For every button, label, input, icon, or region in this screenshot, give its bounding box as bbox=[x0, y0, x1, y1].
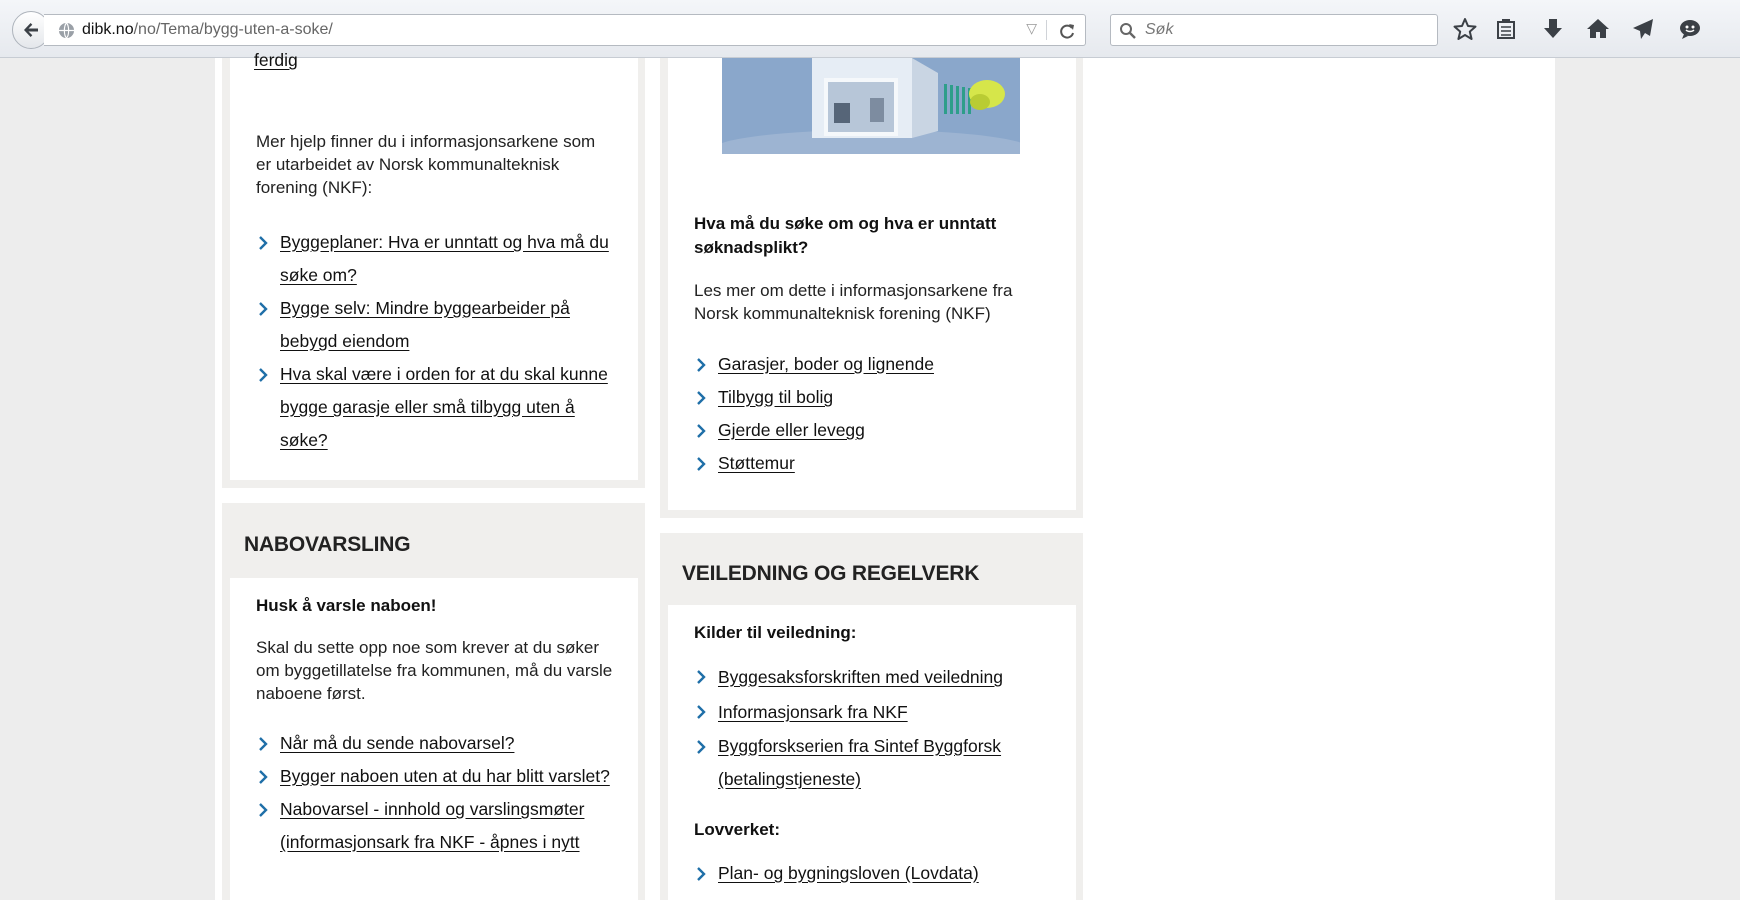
list-item: Nabovarsel - innhold og varslingsmøter (… bbox=[256, 793, 626, 859]
list-item: Tilbygg til bolig bbox=[694, 381, 1064, 414]
chevron-right-icon bbox=[697, 391, 706, 405]
soknad-text: Les mer om dette i informasjonsarkene fr… bbox=[694, 281, 1013, 323]
link-nabovarsel-innhold[interactable]: Nabovarsel - innhold og varslingsmøter (… bbox=[280, 799, 584, 852]
nabovarsling-text: Skal du sette opp noe som krever at du s… bbox=[256, 638, 613, 703]
list-item: Garasjer, boder og lignende bbox=[694, 348, 1064, 381]
chevron-right-icon bbox=[697, 358, 706, 372]
link-byggeplaner[interactable]: Byggeplaner: Hva er unntatt og hva må du… bbox=[280, 232, 609, 285]
soknad-card-body: Hva må du søke om og hva er unntatt søkn… bbox=[668, 58, 1076, 510]
list-item: Plan- og bygningsloven (Lovdata) bbox=[694, 857, 1064, 890]
download-icon[interactable] bbox=[1540, 16, 1566, 42]
link-garasjer[interactable]: Garasjer, boder og lignende bbox=[718, 354, 934, 374]
link-gjerde[interactable]: Gjerde eller levegg bbox=[718, 420, 865, 440]
soknad-subheading: Hva må du søke om og hva er unntatt søkn… bbox=[694, 214, 997, 257]
chevron-right-icon bbox=[697, 670, 706, 684]
dropdown-icon[interactable]: ▽ bbox=[1026, 20, 1037, 37]
veiledning-sub-kilder: Kilder til veiledning: bbox=[694, 623, 857, 642]
list-item: Støttemur bbox=[694, 447, 1064, 480]
chevron-right-icon bbox=[697, 705, 706, 719]
url-text[interactable]: dibk.no/no/Tema/bygg-uten-a-soke/ bbox=[82, 21, 333, 39]
nabovarsling-link-list: Når må du sende nabovarsel? Bygger naboe… bbox=[256, 727, 626, 859]
list-item: Bygge selv: Mindre byggearbeider på beby… bbox=[256, 292, 616, 358]
list-item: Når må du sende nabovarsel? bbox=[256, 727, 626, 760]
chevron-right-icon bbox=[259, 737, 268, 751]
home-icon[interactable] bbox=[1585, 16, 1611, 42]
list-item: Byggeplaner: Hva er unntatt og hva må du… bbox=[256, 226, 616, 292]
search-bar[interactable]: Søk bbox=[1110, 14, 1438, 46]
house-illustration bbox=[722, 58, 1020, 154]
reload-icon[interactable] bbox=[1057, 21, 1077, 41]
chevron-right-icon bbox=[259, 302, 268, 316]
list-item: Bygger naboen uten at du har blitt varsl… bbox=[256, 760, 626, 793]
link-nar-nabovarsel[interactable]: Når må du sende nabovarsel? bbox=[280, 733, 514, 753]
list-item: Informasjonsark fra NKF bbox=[694, 695, 1064, 730]
link-informasjonsark[interactable]: Informasjonsark fra NKF bbox=[718, 702, 908, 722]
link-byggesaksforskriften[interactable]: Byggesaksforskriften med veiledning bbox=[718, 667, 1003, 687]
help-intro-text: Mer hjelp finner du i informasjonsarkene… bbox=[256, 132, 596, 197]
url-path: /no/Tema/bygg-uten-a-soke/ bbox=[133, 21, 333, 38]
list-item: Gjerde eller levegg bbox=[694, 414, 1064, 447]
nabovarsling-card: NABOVARSLING Husk å varsle naboen! Skal … bbox=[222, 503, 645, 900]
lovverk-link-list: Plan- og bygningsloven (Lovdata) bbox=[694, 857, 1064, 890]
nabovarsling-heading: NABOVARSLING bbox=[244, 533, 411, 556]
reading-list-icon[interactable] bbox=[1493, 16, 1519, 42]
arrow-left-icon bbox=[24, 23, 38, 37]
list-item: Byggforskserien fra Sintef Byggforsk (be… bbox=[694, 730, 1064, 796]
chevron-right-icon bbox=[697, 867, 706, 881]
chevron-right-icon bbox=[259, 368, 268, 382]
list-item: Hva skal være i orden for at du skal kun… bbox=[256, 358, 616, 457]
star-icon[interactable] bbox=[1452, 16, 1478, 42]
soknad-card: Hva må du søke om og hva er unntatt søkn… bbox=[660, 58, 1083, 518]
chat-icon[interactable] bbox=[1677, 16, 1703, 42]
list-item: Byggesaksforskriften med veiledning bbox=[694, 660, 1064, 695]
chevron-right-icon bbox=[697, 424, 706, 438]
url-bar[interactable]: dibk.no/no/Tema/bygg-uten-a-soke/ ▽ bbox=[44, 14, 1086, 46]
veiledning-heading: VEILEDNING OG REGELVERK bbox=[682, 562, 980, 585]
search-icon bbox=[1120, 23, 1136, 39]
link-byggforskserien[interactable]: Byggforskserien fra Sintef Byggforsk (be… bbox=[718, 736, 1001, 789]
veiledning-link-list: Byggesaksforskriften med veiledning Info… bbox=[694, 660, 1064, 796]
link-stottemur[interactable]: Støttemur bbox=[718, 453, 795, 473]
link-tilbygg[interactable]: Tilbygg til bolig bbox=[718, 387, 833, 407]
help-link-list: Byggeplaner: Hva er unntatt og hva må du… bbox=[256, 226, 616, 457]
house-image bbox=[722, 58, 1020, 154]
send-icon[interactable] bbox=[1630, 16, 1656, 42]
globe-icon bbox=[58, 22, 75, 39]
veiledning-card-body: Kilder til veiledning: Byggesaksforskrif… bbox=[668, 605, 1076, 900]
veiledning-sub-lovverket: Lovverket: bbox=[694, 820, 780, 839]
chevron-right-icon bbox=[697, 740, 706, 754]
search-input[interactable]: Søk bbox=[1145, 21, 1173, 39]
nabovarsling-card-body: Husk å varsle naboen! Skal du sette opp … bbox=[230, 578, 638, 900]
link-garasje-tilbygg[interactable]: Hva skal være i orden for at du skal kun… bbox=[280, 364, 608, 450]
link-bygge-selv[interactable]: Bygge selv: Mindre byggearbeider på beby… bbox=[280, 298, 570, 351]
link-plan-og-bygningsloven[interactable]: Plan- og bygningsloven (Lovdata) bbox=[718, 863, 979, 883]
link-ferdig[interactable]: ferdig bbox=[254, 50, 298, 70]
chevron-right-icon bbox=[259, 236, 268, 250]
url-host: dibk.no bbox=[82, 21, 134, 38]
help-cutoff-list: ferdig bbox=[230, 44, 610, 77]
help-card-body: ferdig Mer hjelp finner du i informasjon… bbox=[230, 50, 638, 480]
soknad-link-list: Garasjer, boder og lignende Tilbygg til … bbox=[694, 348, 1064, 480]
link-bygger-naboen[interactable]: Bygger naboen uten at du har blitt varsl… bbox=[280, 766, 610, 786]
chevron-right-icon bbox=[259, 803, 268, 817]
url-separator bbox=[1046, 20, 1047, 40]
list-item: ferdig bbox=[230, 44, 610, 77]
nabovarsling-subheading: Husk å varsle naboen! bbox=[256, 596, 437, 615]
chevron-right-icon bbox=[697, 457, 706, 471]
help-card: ferdig Mer hjelp finner du i informasjon… bbox=[222, 50, 645, 488]
chevron-right-icon bbox=[259, 770, 268, 784]
veiledning-card: VEILEDNING OG REGELVERK Kilder til veile… bbox=[660, 533, 1083, 900]
